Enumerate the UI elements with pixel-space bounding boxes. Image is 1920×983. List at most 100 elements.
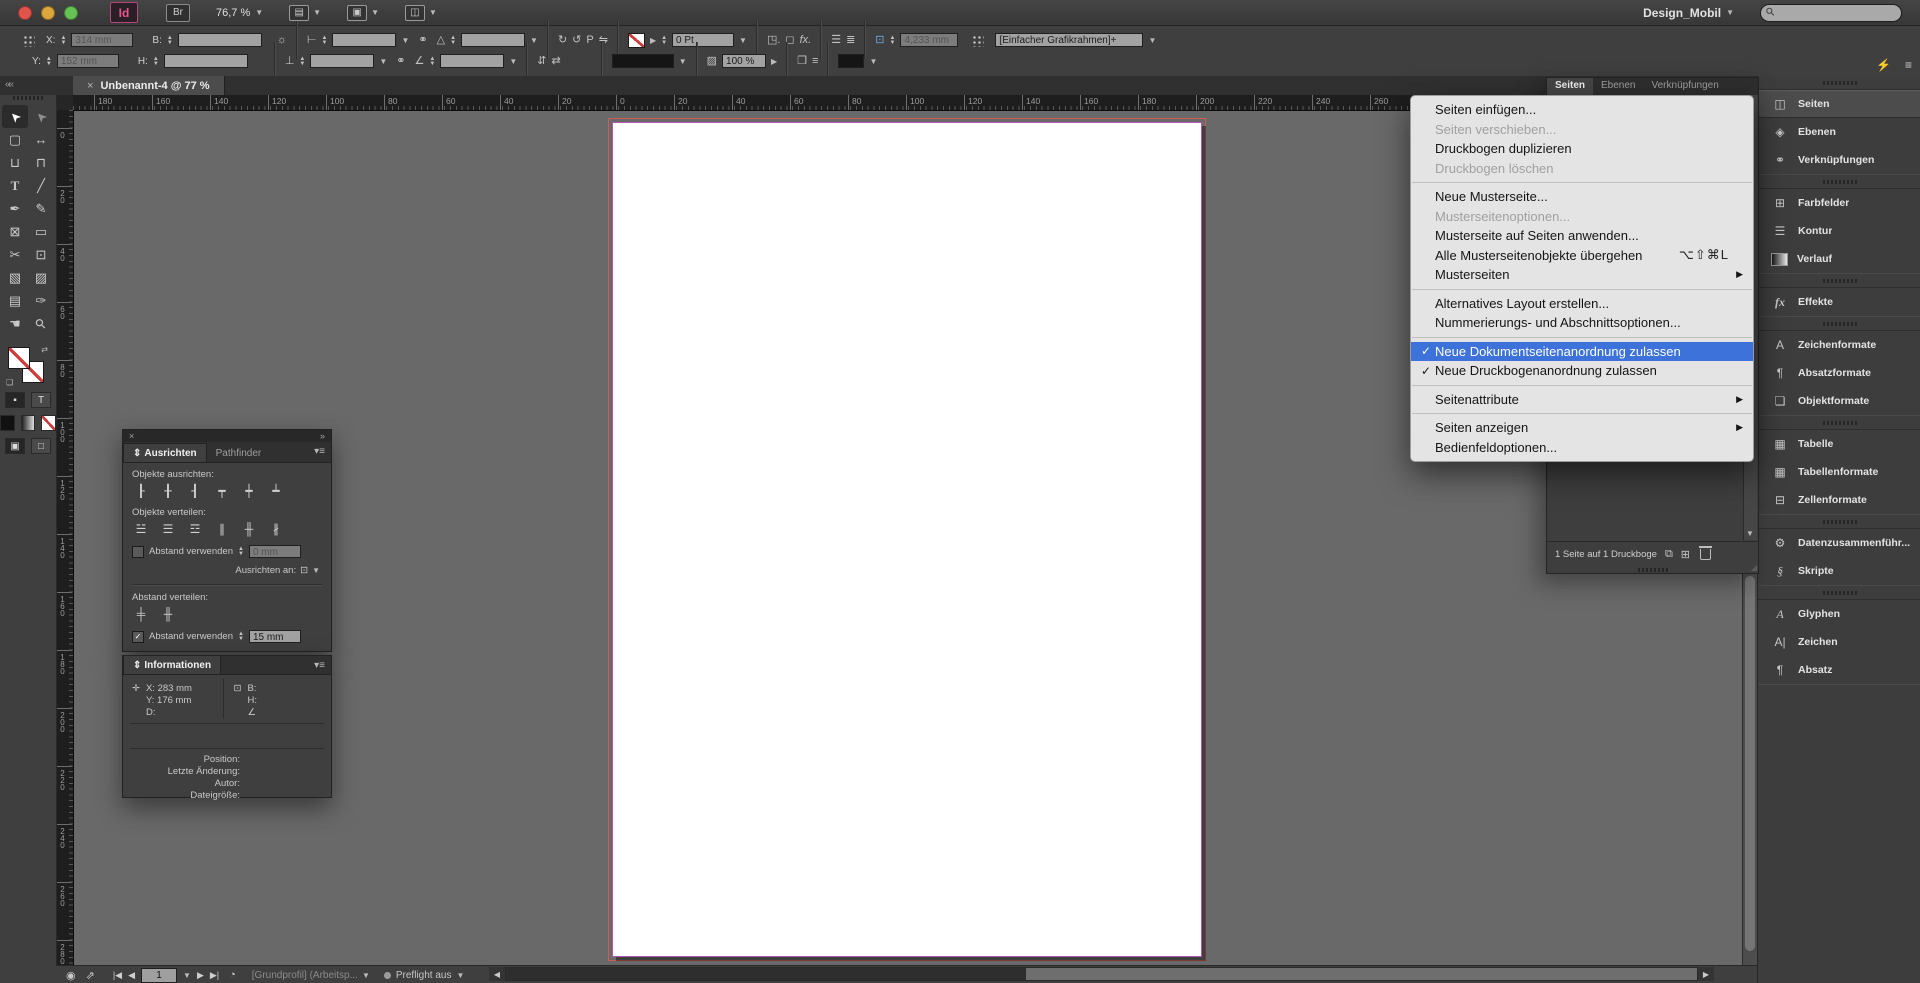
menu-item[interactable]: Musterseiten ▶	[1411, 265, 1753, 285]
dock-item-zeichen[interactable]: A| Zeichen	[1758, 628, 1920, 656]
corner-radius-field[interactable]: 4,233 mm	[900, 33, 958, 47]
dock-item-verknuepfungen[interactable]: ⚭ Verknüpfungen	[1758, 146, 1920, 174]
tab-ausrichten[interactable]: ⇕ Ausrichten	[123, 443, 207, 462]
menu-item[interactable]: Druckbogen löschen	[1411, 159, 1753, 179]
scale-constrain-icon[interactable]: ☼	[277, 35, 287, 46]
scale-x-stepper[interactable]: ▲▼	[322, 36, 328, 45]
menu-item[interactable]: ✓ Neue Dokumentseitenanordnung zulassen	[1411, 342, 1753, 362]
page-tool[interactable]: ▢	[2, 128, 28, 151]
reference-point-proxy[interactable]	[22, 34, 35, 47]
control-panel-menu-icon[interactable]: ≡	[1905, 58, 1912, 72]
next-page-button[interactable]: ▶	[197, 970, 204, 981]
vertical-scrollbar-thumb[interactable]	[1745, 576, 1755, 951]
effects-icon[interactable]: fx.	[800, 35, 812, 46]
drop-shadow-icon[interactable]: ❐	[797, 56, 807, 67]
document-tab[interactable]: × Unbenannt-4 @ 77 %	[73, 76, 225, 95]
fill-swatch-none[interactable]	[628, 33, 645, 48]
menu-item[interactable]	[1412, 413, 1752, 414]
dock-item-kontur[interactable]: ☰ Kontur	[1758, 217, 1920, 245]
stroke-weight-stepper[interactable]: ▲▼	[661, 36, 667, 45]
wrap-none-icon[interactable]: ☰	[831, 35, 841, 46]
formatting-affects-container-button[interactable]: ▪	[5, 392, 25, 408]
corner-radius-stepper[interactable]: ▲▼	[890, 36, 896, 45]
pages-panel-grip[interactable]	[1547, 566, 1758, 573]
zoom-level-dropdown[interactable]: 76,7 %▼	[216, 7, 263, 19]
resize-grip-icon[interactable]: ◢	[1751, 563, 1757, 572]
menu-item[interactable]	[1412, 182, 1752, 183]
spacing-field[interactable]: 0 mm	[249, 545, 301, 558]
window-zoom-button[interactable]	[64, 6, 78, 20]
dock-item-absatzformate[interactable]: ¶ Absatzformate	[1758, 359, 1920, 387]
scroll-left-button[interactable]: ◀	[489, 967, 505, 981]
menu-item[interactable]: Seiten verschieben...	[1411, 120, 1753, 140]
frame-fitting-icon[interactable]: ⊡	[875, 35, 884, 46]
line-tool[interactable]: ╱	[28, 174, 54, 197]
distribute-right-icon[interactable]: ∦	[267, 522, 285, 536]
corner-options-icon[interactable]: ◳.	[767, 35, 780, 46]
scissors-tool[interactable]: ✂	[2, 243, 28, 266]
type-tool[interactable]: T	[2, 174, 28, 197]
share-button[interactable]: ⇗	[86, 969, 95, 982]
spacing-stepper[interactable]: ▲▼	[238, 547, 244, 556]
menu-item[interactable]: Neue Musterseite...	[1411, 187, 1753, 207]
menu-item[interactable]: Seitenattribute ▶	[1411, 390, 1753, 410]
search-input[interactable]	[1779, 6, 1883, 19]
dock-item-tabelle[interactable]: ▦ Tabelle	[1758, 430, 1920, 458]
window-arrange-dropdown[interactable]: ◫▼	[405, 5, 437, 21]
distribute-vcenter-icon[interactable]: ☰	[159, 522, 177, 536]
x-stepper[interactable]: ▲▼	[60, 36, 66, 45]
use-spacing-checkbox[interactable]	[132, 546, 144, 558]
constrain-link-icon[interactable]: ⚭	[418, 35, 427, 46]
vertical-ruler[interactable]: 020406080100120140160180200220240260280	[56, 110, 74, 965]
preview-swatch[interactable]	[838, 54, 864, 68]
width-stepper[interactable]: ▲▼	[167, 36, 173, 45]
screen-mode-dropdown[interactable]: ▣▼	[347, 5, 379, 21]
height-stepper[interactable]: ▲▼	[153, 57, 159, 66]
collapse-tabs-icon[interactable]: ««	[5, 79, 12, 90]
rectangle-frame-tool[interactable]: ⊠	[2, 220, 28, 243]
menu-item[interactable]: Seiten anzeigen ▶	[1411, 418, 1753, 438]
distribute-hspace-icon[interactable]: ╫	[159, 607, 177, 621]
menu-item[interactable]: Bedienfeldoptionen...	[1411, 438, 1753, 458]
align-right-icon[interactable]: ┨	[186, 484, 204, 498]
horizontal-scrollbar-thumb[interactable]	[506, 968, 1026, 980]
edit-page-size-icon[interactable]: ⧉	[1665, 548, 1673, 561]
align-to-icon[interactable]: ⊡	[300, 565, 308, 576]
rotate-ccw-icon[interactable]: ↺	[572, 35, 581, 46]
page-dropdown-icon[interactable]: ▼	[183, 971, 191, 980]
opacity-field[interactable]: 100 %	[722, 54, 766, 68]
stroke-weight-field[interactable]: 0 Pt	[672, 33, 734, 47]
shear-stepper[interactable]: ▲▼	[450, 36, 456, 45]
search-box[interactable]: ⚲	[1760, 4, 1902, 22]
formatting-affects-text-button[interactable]: T	[31, 392, 51, 408]
x-field[interactable]: 314 mm	[71, 33, 133, 47]
align-hcenter-icon[interactable]: ╂	[159, 484, 177, 498]
dock-grip[interactable]	[1758, 175, 1920, 188]
menu-item[interactable]	[1412, 337, 1752, 338]
stroke-type-dropdown[interactable]	[612, 54, 674, 68]
page[interactable]	[612, 122, 1202, 957]
menu-item[interactable]: Nummerierungs- und Abschnittsoptionen...	[1411, 313, 1753, 333]
object-style-dropdown[interactable]: [Einfacher Grafikrahmen]+	[995, 33, 1143, 47]
page-number-field[interactable]: 1	[141, 968, 177, 983]
menu-item[interactable]: Alternatives Layout erstellen...	[1411, 294, 1753, 314]
ruler-origin[interactable]	[56, 95, 74, 111]
rotate-angle-field[interactable]	[440, 54, 504, 68]
dock-item-verlauf[interactable]: Verlauf	[1758, 245, 1920, 273]
distribute-vspace-icon[interactable]: ╪	[132, 607, 150, 621]
dock-item-objektformate[interactable]: ❏ Objektformate	[1758, 387, 1920, 415]
tab-informationen[interactable]: ⇕ Informationen	[123, 655, 221, 674]
content-collector-tool[interactable]: ⊔	[2, 151, 28, 174]
select-container-icon[interactable]: P	[586, 35, 593, 46]
collapse-panel-icon[interactable]: »	[320, 431, 325, 441]
use-spacing2-checkbox[interactable]: ✓	[132, 631, 144, 643]
first-page-button[interactable]: |◀	[113, 970, 122, 981]
new-page-icon[interactable]: ⊞	[1681, 548, 1690, 561]
preflight-status[interactable]: Preflight aus▼	[384, 970, 465, 981]
distribute-hcenter-icon[interactable]: ╫	[240, 522, 258, 536]
tools-panel-grip[interactable]	[0, 95, 56, 101]
dock-grip[interactable]	[1758, 76, 1920, 89]
menu-item[interactable]	[1412, 289, 1752, 290]
dock-grip[interactable]	[1758, 317, 1920, 330]
view-options-dropdown[interactable]: ▤▼	[289, 5, 321, 21]
